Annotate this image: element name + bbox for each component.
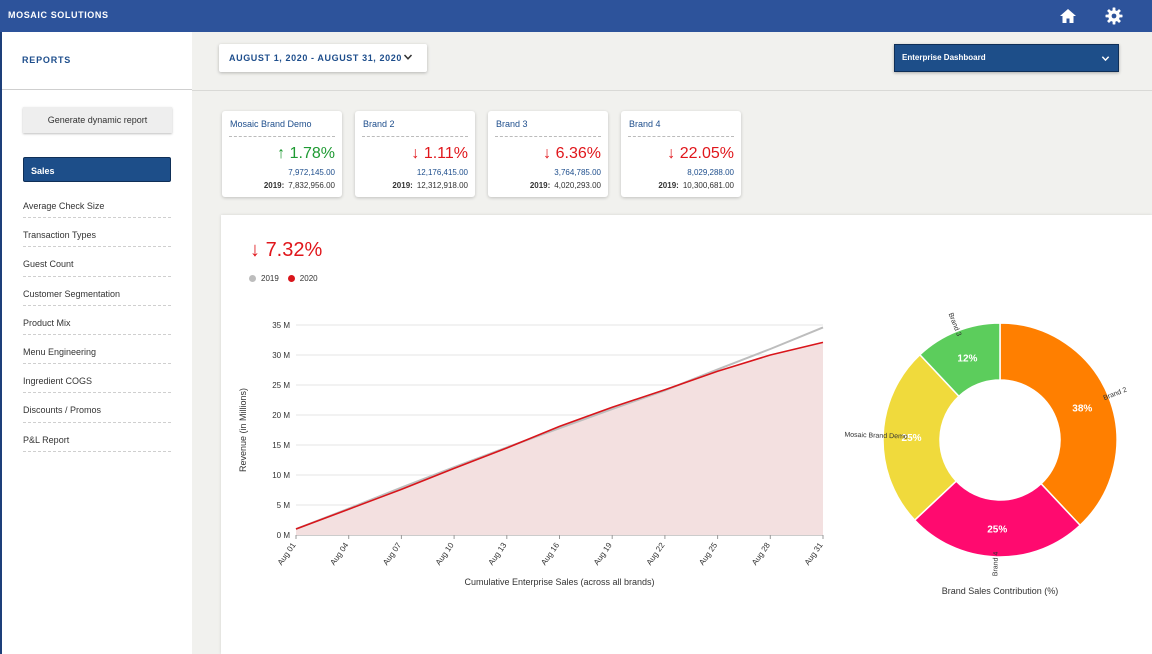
card-divider [362,136,468,137]
card-current-value: 8,029,288.00 [687,168,734,177]
y-tick-label: 25 M [272,381,290,390]
x-tick-label: Aug 31 [803,541,825,567]
header-divider [192,90,1152,91]
charts-canvas: 0 M 5 M 10 M 15 M 20 M 25 M 30 M 35 M Aug 01 Aug … [238,312,1128,596]
card-change-value: 22.05% [679,145,734,162]
brand-card-mosaic-brand-demo[interactable]: Mosaic Brand Demo ↑ 1.78% 7,972,145.00 2… [222,111,342,197]
sidebar: REPORTS Generate dynamic report Sales Av… [0,32,192,654]
nav-item-guest-count[interactable]: Guest Count [23,247,171,277]
card-change-value: 6.36% [555,145,601,162]
brand-card-brand-3[interactable]: Brand 3 ↓ 6.36% 3,764,785.00 2019: 4,020,… [488,111,608,197]
arrow-down-icon: ↓ [667,145,676,162]
brand-card-brand-4[interactable]: Brand 4 ↓ 22.05% 8,029,288.00 2019: 10,30… [621,111,741,197]
card-title: Brand 2 [363,119,395,129]
y-tick-label: 20 M [272,411,290,420]
sidebar-divider [2,89,192,90]
card-divider [628,136,734,137]
x-tick-label: Aug 01 [276,541,298,567]
card-change: ↓ 6.36% [543,145,601,163]
card-previous-label: 2019: [529,181,551,190]
x-tick-label: Aug 22 [645,541,667,567]
donut-category-label: Mosaic Brand Demo [844,432,908,441]
y-tick-label: 35 M [272,321,290,330]
donut-category-label: Brand 3 [947,312,963,337]
nav-item-sales[interactable]: Sales [23,157,171,182]
donut-value-label: 12% [957,354,977,365]
card-previous-label: 2019: [263,181,285,190]
card-previous-value: 4,020,293.00 [554,181,601,190]
card-current-value: 12,176,415.00 [416,168,468,177]
nav-item-customer-segmentation[interactable]: Customer Segmentation [23,277,171,306]
top-bar: MOSAIC SOLUTIONS [0,0,1152,32]
reports-heading: REPORTS [22,55,72,65]
card-previous-label: 2019: [392,181,413,190]
nav-item-average-check-size[interactable]: Average Check Size [23,189,171,219]
gear-icon[interactable] [1104,6,1124,26]
card-previous-label: 2019: [658,181,679,190]
card-change-value: 1.78% [289,145,335,162]
x-tick-label: Aug 25 [697,541,719,567]
x-tick-label: Aug 28 [750,541,772,567]
card-previous-value: 12,312,918.00 [416,181,468,190]
dashboard-select-value: Enterprise Dashboard [902,53,986,62]
nav-item-pl-report[interactable]: P&L Report [23,423,171,452]
x-tick-label: Aug 16 [539,541,561,567]
card-title: Mosaic Brand Demo [230,119,312,129]
card-previous: 2019: 10,300,681.00 [658,181,734,190]
arrow-down-icon: ↓ [411,145,420,162]
y-tick-label: 15 M [272,441,290,450]
date-range-label: AUGUST 1, 2020 - AUGUST 31, 2020 [229,53,402,63]
card-previous-value: 7,832,956.00 [288,181,335,190]
y-tick-label: 30 M [272,351,290,360]
card-previous: 2019: 12,312,918.00 [392,181,468,190]
card-change: ↓ 1.11% [411,145,468,163]
donut-category-label: Brand 2 [1103,387,1128,403]
generate-report-button[interactable]: Generate dynamic report [23,107,172,133]
nav-item-discounts-promos[interactable]: Discounts / Promos [23,393,171,423]
date-range-picker[interactable]: AUGUST 1, 2020 - AUGUST 31, 2020 [219,44,427,72]
arrow-up-icon: ↑ [277,145,286,162]
card-current-value: 3,764,785.00 [554,168,601,177]
x-tick-label: Aug 10 [434,541,456,567]
y-axis-label: Revenue (in Millions) [238,388,248,472]
sales-chart-panel: ↓ 7.32% 2019 2020 0 M5 M 10 M 15 M 20 M 25 M… [221,215,1152,654]
nav-item-ingredient-cogs[interactable]: Ingredient COGS [23,364,171,394]
chevron-down-icon [1101,56,1110,62]
nav-item-product-mix[interactable]: Product Mix [23,306,171,335]
card-title: Brand 3 [496,119,528,129]
nav-item-menu-engineering[interactable]: Menu Engineering [23,335,171,365]
card-divider [229,136,335,137]
donut-category-label: Brand 4 [992,551,1000,576]
brand-card-brand-2[interactable]: Brand 2 ↓ 1.11% 12,176,415.00 2019: 12,31… [355,111,475,197]
nav-item-transaction-types[interactable]: Transaction Types [23,218,171,248]
donut-value-label: 38% [1072,403,1092,414]
card-current-value: 7,972,145.00 [288,168,335,177]
card-previous: 2019: 7,832,956.00 [264,181,335,190]
y-tick-label: 10 M [272,471,290,480]
x-tick-label: Aug 04 [328,541,350,567]
card-previous: 2019: 4,020,293.00 [530,181,601,190]
app-brand: MOSAIC SOLUTIONS [8,10,109,20]
donut-slice-brand-2 [999,322,1118,527]
home-icon[interactable] [1058,6,1078,26]
donut-title: Brand Sales Contribution (%) [942,586,1059,596]
arrow-down-icon: ↓ [543,145,552,162]
card-change: ↓ 22.05% [667,145,734,163]
card-title: Brand 4 [629,119,661,129]
series-2020-area [296,342,823,535]
y-tick-label: 0 M [277,531,291,540]
card-change: ↑ 1.78% [277,145,335,163]
donut-value-label: 25% [987,524,1007,535]
x-tick-label: Aug 19 [592,541,614,567]
x-tick-label: Aug 07 [381,541,403,567]
card-divider [495,136,601,137]
report-nav: Sales Average Check Size Transaction Typ… [23,157,171,452]
x-tick-label: Aug 13 [487,541,509,567]
x-axis-label: Cumulative Enterprise Sales (across all … [464,577,654,587]
card-change-value: 1.11% [423,145,468,162]
y-tick-label: 5 M [277,501,291,510]
card-previous-value: 10,300,681.00 [682,181,734,190]
dashboard-select[interactable]: Enterprise Dashboard [894,44,1119,72]
chevron-down-icon [403,54,413,60]
